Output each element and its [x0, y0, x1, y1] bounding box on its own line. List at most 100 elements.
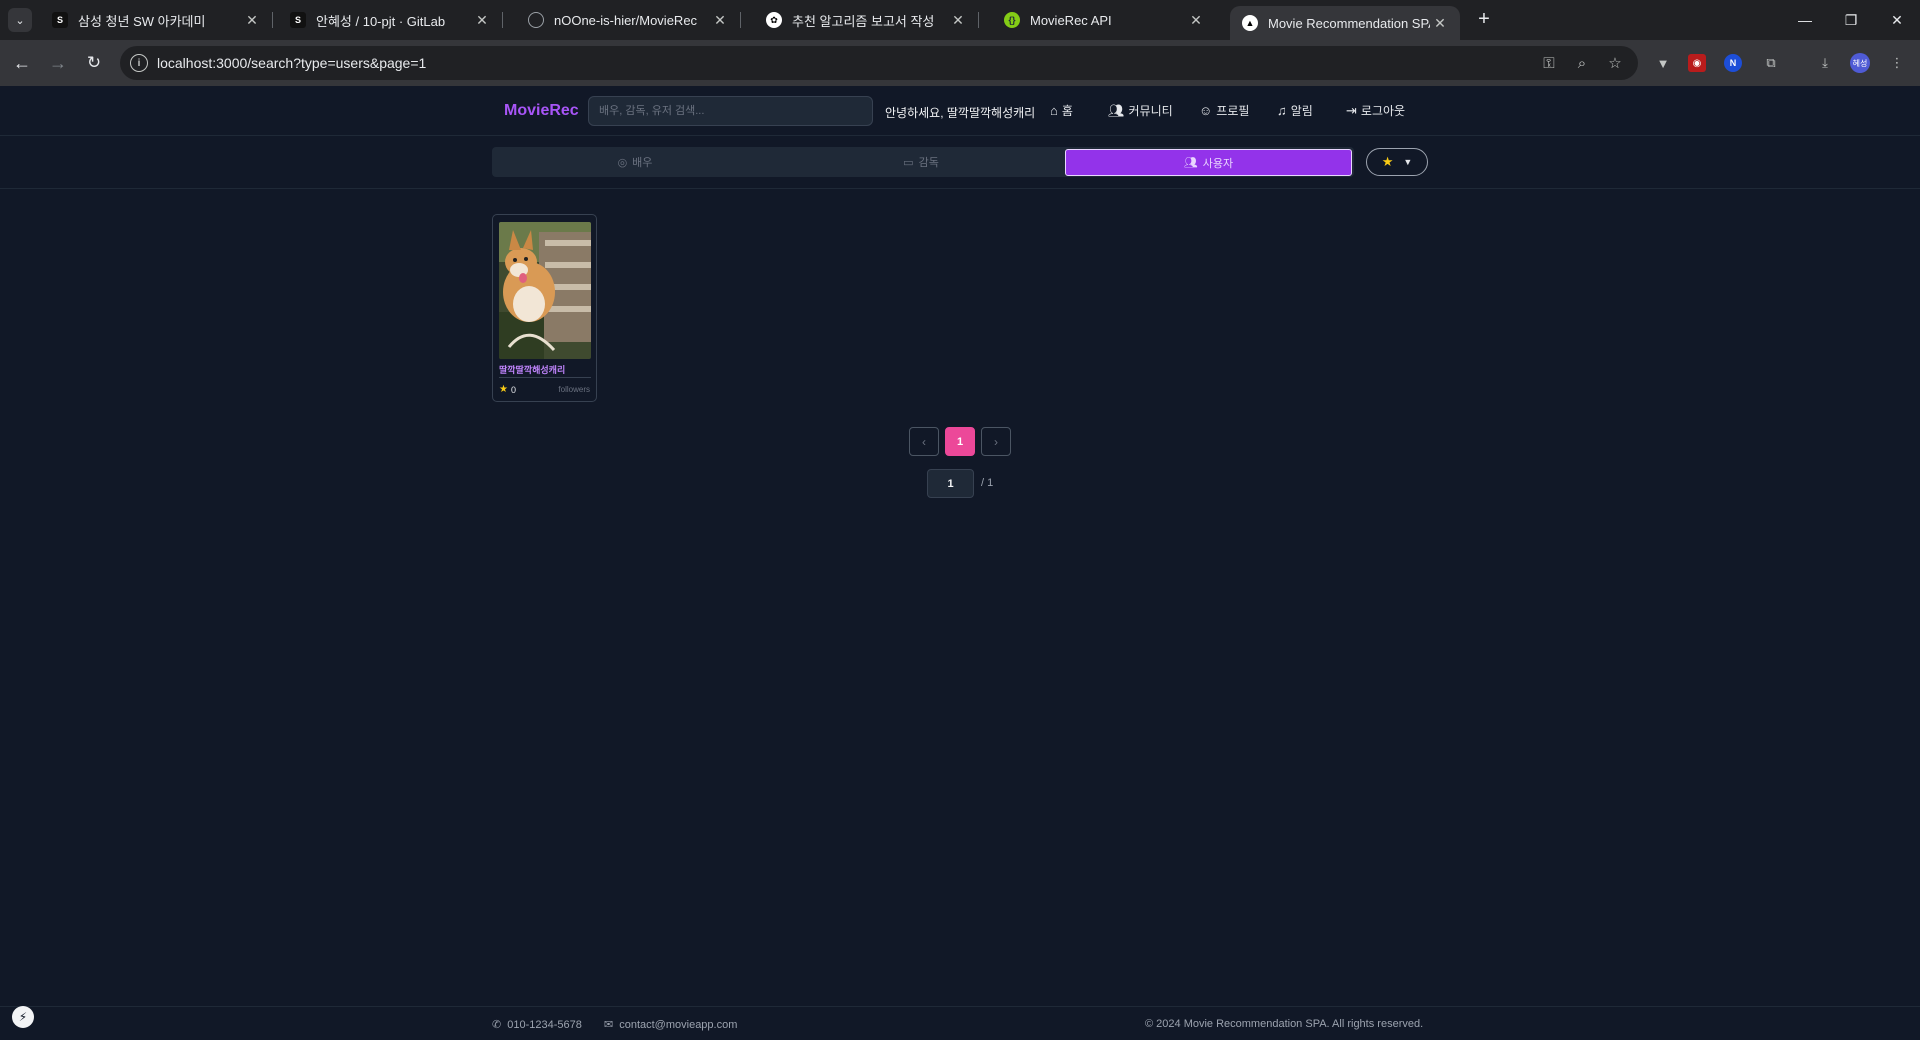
api-icon: {}	[1004, 12, 1020, 28]
footer-copyright: © 2024 Movie Recommendation SPA. All rig…	[1145, 1018, 1424, 1030]
address-bar[interactable]: i localhost:3000/search?type=users&page=…	[120, 46, 1638, 80]
extension-n-icon[interactable]: N	[1724, 54, 1742, 72]
ssafy-icon: S	[52, 12, 68, 28]
minimize-icon[interactable]: —	[1782, 0, 1828, 40]
tab-separator	[502, 12, 503, 28]
nav-community[interactable]: 👥︎ 커뮤니티	[1108, 102, 1173, 119]
star-icon: ★	[499, 384, 508, 395]
search-input[interactable]	[588, 96, 873, 126]
tab-separator	[978, 12, 979, 28]
nuxt-devtools-icon[interactable]: ⚡	[12, 1006, 34, 1028]
nav-label: 프로필	[1216, 104, 1250, 118]
nav-home[interactable]: ⌂ 홈	[1050, 102, 1073, 119]
users-icon: 👥︎	[1108, 102, 1125, 118]
close-icon[interactable]: ✕	[1186, 12, 1206, 29]
browser-tab-bar: ⌄ S 삼성 청년 SW 아카데미 ✕ S 안혜성 / 10-pjt · Git…	[0, 0, 1920, 40]
bell-icon: ♫	[1277, 103, 1287, 118]
email-text[interactable]: contact@movieapp.com	[619, 1019, 737, 1031]
zoom-icon[interactable]: ⌕	[1573, 54, 1591, 72]
tab-title: nOOne-is-hier/MovieRec	[554, 12, 698, 28]
nav-logout[interactable]: ⇥ 로그아웃	[1346, 102, 1405, 119]
user-icon: ☺	[1199, 103, 1213, 118]
tab-separator	[272, 12, 273, 28]
nav-profile[interactable]: ☺ 프로필	[1199, 102, 1249, 119]
page-total: / 1	[981, 477, 994, 489]
page-number-input[interactable]	[927, 469, 974, 498]
greeting-text: 안녕하세요, 딸깍딸깍해성캐리	[885, 106, 1036, 120]
prev-page-button[interactable]: ‹	[909, 427, 939, 456]
logo[interactable]: MovieRec	[504, 102, 579, 120]
site-info-icon[interactable]: i	[130, 54, 148, 72]
actor-icon: ◎	[617, 156, 628, 169]
divider	[499, 377, 591, 378]
close-icon[interactable]: ✕	[710, 12, 730, 29]
tab-label: 감독	[918, 157, 939, 169]
close-icon[interactable]: ✕	[948, 12, 968, 29]
nuxt-icon: ▲	[1242, 15, 1258, 31]
download-icon[interactable]: ⤓	[1814, 52, 1836, 74]
nav-label: 알림	[1290, 104, 1313, 118]
phone-icon: ✆	[492, 1019, 502, 1031]
browser-tab-active[interactable]: ▲ Movie Recommendation SPA ✕	[1230, 6, 1460, 40]
nav-notifications[interactable]: ♫ 알림	[1277, 102, 1313, 119]
restore-icon[interactable]: ❐	[1828, 0, 1874, 40]
menu-kebab-icon[interactable]: ⋮	[1886, 52, 1908, 74]
tab-actors[interactable]: ◎ 배우	[492, 147, 778, 177]
close-icon[interactable]: ✕	[242, 12, 262, 29]
footer-phone: ✆ 010-1234-5678	[492, 1018, 582, 1032]
gitlab-icon: S	[290, 12, 306, 28]
nav-label: 로그아웃	[1360, 104, 1406, 118]
tab-title: MovieRec API	[1030, 12, 1112, 28]
browser-tab[interactable]: S 삼성 청년 SW 아카데미 ✕	[40, 0, 273, 40]
tab-title: Movie Recommendation SPA	[1268, 15, 1430, 31]
logout-icon: ⇥	[1346, 102, 1357, 118]
rating-count: ★ 0	[499, 384, 516, 395]
browser-toolbar: ← → ↻ i localhost:3000/search?type=users…	[0, 40, 1920, 86]
profile-avatar[interactable]: 혜성	[1850, 53, 1870, 73]
star-icon: ★	[1381, 154, 1394, 169]
search-type-bar: ◎ 배우 ▭ 감독 👥︎ 사용자 ★ ▼	[0, 137, 1920, 189]
username[interactable]: 딸깍딸깍해성캐리	[499, 363, 565, 376]
user-card[interactable]: 딸깍딸깍해성캐리 ★ 0 followers	[492, 214, 597, 402]
github-icon	[528, 12, 544, 28]
extension-red-icon[interactable]: ◉	[1688, 54, 1706, 72]
sort-dropdown-button[interactable]: ★ ▼	[1366, 148, 1428, 176]
browser-tab[interactable]: ✿ 추천 알고리즘 보고서 작성 ✕	[754, 0, 979, 40]
followers-label: followers	[558, 385, 590, 394]
search-type-segmented-control: ◎ 배우 ▭ 감독 👥︎ 사용자	[492, 147, 1354, 177]
close-icon[interactable]: ✕	[472, 12, 492, 29]
tab-users[interactable]: 👥︎ 사용자	[1065, 149, 1352, 176]
tab-directors[interactable]: ▭ 감독	[778, 147, 1064, 177]
back-arrow-icon[interactable]: ←	[8, 49, 36, 77]
user-avatar-photo	[499, 222, 591, 359]
browser-tab[interactable]: {} MovieRec API ✕	[992, 0, 1216, 40]
reload-icon[interactable]: ↻	[80, 49, 108, 77]
new-tab-plus-icon[interactable]: +	[1472, 8, 1496, 32]
home-icon: ⌂	[1050, 103, 1058, 118]
close-icon[interactable]: ✕	[1430, 15, 1450, 32]
app-header: MovieRec 안녕하세요, 딸깍딸깍해성캐리 ⌂ 홈 👥︎ 커뮤니티 ☺ 프…	[0, 86, 1920, 136]
browser-tab[interactable]: nOOne-is-hier/MovieRec ✕	[516, 0, 741, 40]
camera-icon: ▭	[903, 156, 914, 169]
browser-tab[interactable]: S 안혜성 / 10-pjt · GitLab ✕	[278, 0, 503, 40]
chevron-down-icon: ▼	[1403, 157, 1413, 167]
mail-icon: ✉	[604, 1019, 614, 1031]
tab-title: 안혜성 / 10-pjt · GitLab	[316, 13, 446, 29]
chatgpt-icon: ✿	[766, 12, 782, 28]
tab-title: 삼성 청년 SW 아카데미	[78, 13, 206, 29]
next-page-button[interactable]: ›	[981, 427, 1011, 456]
extensions-puzzle-icon[interactable]: ⧉	[1760, 52, 1782, 74]
users-icon: 👥︎	[1183, 157, 1198, 169]
vuejs-devtools-icon[interactable]: ▼	[1652, 52, 1674, 74]
nav-label: 홈	[1061, 104, 1073, 118]
page-1-button[interactable]: 1	[945, 427, 975, 456]
phone-text: 010-1234-5678	[507, 1018, 582, 1031]
url-text[interactable]: localhost:3000/search?type=users&page=1	[157, 55, 426, 71]
bookmark-star-icon[interactable]: ☆	[1606, 54, 1624, 72]
password-key-icon[interactable]: ⚿	[1540, 54, 1558, 72]
forward-arrow-icon[interactable]: →	[44, 49, 72, 77]
window-close-icon[interactable]: ✕	[1874, 0, 1920, 40]
tab-search-chevron-icon[interactable]: ⌄	[8, 8, 32, 32]
footer: ✆ 010-1234-5678 ✉ contact@movieapp.com ©…	[0, 1006, 1920, 1040]
footer-email[interactable]: ✉ contact@movieapp.com	[604, 1018, 737, 1032]
